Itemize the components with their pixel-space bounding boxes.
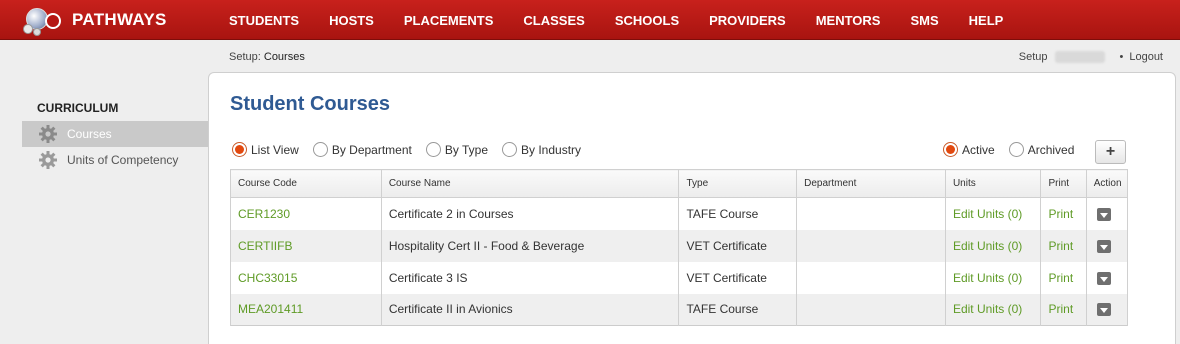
edit-units-link[interactable]: Edit Units (0) — [953, 271, 1022, 285]
radio-button[interactable] — [312, 142, 328, 157]
radio-archived[interactable]: Archived — [1008, 142, 1075, 157]
page-title: Student Courses — [230, 93, 391, 115]
nav-placements[interactable]: PLACEMENTS — [404, 13, 494, 28]
course-code-link[interactable]: CHC33015 — [238, 271, 297, 285]
sidebar-item-label: Courses — [67, 127, 112, 141]
table-row: CHC33015 Certificate 3 IS VET Certificat… — [230, 261, 1129, 294]
edit-units-link[interactable]: Edit Units (0) — [953, 239, 1022, 253]
breadcrumb-current: Courses — [263, 51, 305, 63]
breadcrumb: Setup: Courses — [229, 51, 305, 63]
header-units: Units — [944, 169, 1042, 198]
nav-hosts[interactable]: HOSTS — [329, 13, 374, 28]
table-row: CERTIIFB Hospitality Cert II - Food & Be… — [230, 229, 1129, 262]
header-course-code[interactable]: Course Code — [230, 169, 382, 198]
course-type: TAFE Course — [678, 197, 798, 230]
download-icon[interactable] — [1096, 303, 1111, 317]
app-logo[interactable]: PATHWAYS — [20, 4, 167, 36]
radio-by-type[interactable]: By Type — [425, 142, 488, 157]
sidebar-item-label: Units of Competency — [67, 153, 179, 167]
course-code-link[interactable]: CERTIIFB — [238, 239, 292, 253]
radio-button[interactable] — [425, 142, 441, 157]
download-icon[interactable] — [1096, 239, 1111, 253]
course-department — [796, 293, 946, 326]
header-type[interactable]: Type — [678, 169, 798, 198]
print-link[interactable]: Print — [1048, 302, 1073, 316]
separator-dot: • — [1119, 51, 1124, 63]
nav-students[interactable]: STUDENTS — [229, 13, 299, 28]
app-name: PATHWAYS — [72, 10, 167, 29]
radio-button[interactable] — [502, 142, 517, 157]
sidebar-item-courses[interactable]: Courses — [22, 121, 208, 147]
logo-icon — [20, 4, 70, 36]
gear-icon — [38, 124, 58, 144]
breadcrumb-prefix: Setup: — [229, 51, 261, 63]
radio-active[interactable]: Active — [943, 142, 995, 157]
download-icon[interactable] — [1096, 207, 1111, 221]
course-name: Certificate 2 in Courses — [380, 197, 680, 230]
courses-table: Course Code Course Name Type Department … — [230, 169, 1129, 326]
print-link[interactable]: Print — [1048, 239, 1073, 253]
logout-link[interactable]: Logout — [1129, 51, 1163, 63]
course-department — [796, 261, 946, 294]
view-filter-group: List View By Department By Type By Indus… — [232, 142, 595, 157]
nav-classes[interactable]: CLASSES — [523, 13, 584, 28]
radio-button[interactable] — [1008, 142, 1024, 157]
course-name: Hospitality Cert II - Food & Beverage — [380, 229, 680, 262]
add-course-button[interactable]: + — [1095, 140, 1126, 164]
course-type: VET Certificate — [678, 229, 798, 262]
course-department — [796, 229, 946, 262]
sidebar-item-units-of-competency[interactable]: Units of Competency — [22, 147, 208, 173]
nav-schools[interactable]: SCHOOLS — [615, 13, 679, 28]
course-type: TAFE Course — [678, 293, 798, 326]
table-header-row: Course Code Course Name Type Department … — [230, 169, 1129, 198]
nav-sms[interactable]: SMS — [910, 13, 938, 28]
radio-label: By Industry — [521, 142, 582, 157]
radio-label: Archived — [1027, 142, 1075, 157]
sidebar: CURRICULUM Courses Units of Competency — [22, 91, 208, 173]
course-code-link[interactable]: CER1230 — [238, 207, 290, 221]
nav-help[interactable]: HELP — [969, 13, 1004, 28]
header-print: Print — [1040, 169, 1087, 198]
radio-list-view[interactable]: List View — [232, 142, 299, 157]
main-nav: STUDENTS HOSTS PLACEMENTS CLASSES SCHOOL… — [229, 0, 1033, 40]
table-row: MEA201411 Certificate II in Avionics TAF… — [230, 293, 1129, 326]
download-icon[interactable] — [1096, 271, 1111, 285]
table-row: CER1230 Certificate 2 in Courses TAFE Co… — [230, 197, 1129, 230]
radio-label: By Department — [331, 142, 412, 157]
print-link[interactable]: Print — [1048, 207, 1073, 221]
radio-label: List View — [251, 142, 299, 157]
radio-by-department[interactable]: By Department — [312, 142, 412, 157]
print-link[interactable]: Print — [1048, 271, 1073, 285]
radio-by-industry[interactable]: By Industry — [502, 142, 581, 157]
radio-label: Active — [962, 142, 995, 157]
header-department[interactable]: Department — [796, 169, 946, 198]
setup-link[interactable]: Setup — [1019, 51, 1048, 63]
course-code-link[interactable]: MEA201411 — [238, 302, 303, 316]
edit-units-link[interactable]: Edit Units (0) — [953, 207, 1022, 221]
course-type: VET Certificate — [678, 261, 798, 294]
top-navigation-bar: PATHWAYS STUDENTS HOSTS PLACEMENTS CLASS… — [0, 0, 1180, 40]
radio-label: By Type — [444, 142, 488, 157]
status-filter-group: Active Archived — [943, 142, 1088, 157]
course-name: Certificate 3 IS — [380, 261, 680, 294]
radio-button[interactable] — [232, 142, 247, 157]
nav-mentors[interactable]: MENTORS — [816, 13, 881, 28]
edit-units-link[interactable]: Edit Units (0) — [953, 302, 1022, 316]
username-blurred[interactable] — [1055, 51, 1106, 63]
radio-button[interactable] — [943, 142, 958, 157]
sidebar-heading: CURRICULUM — [37, 101, 119, 115]
main-panel: Student Courses List View By Department … — [208, 72, 1176, 344]
gear-icon — [38, 150, 58, 170]
user-nav: Setup • Logout — [1019, 51, 1163, 63]
header-action: Action — [1085, 169, 1129, 198]
course-department — [796, 197, 946, 230]
course-name: Certificate II in Avionics — [380, 293, 680, 326]
nav-providers[interactable]: PROVIDERS — [709, 13, 786, 28]
header-course-name[interactable]: Course Name — [380, 169, 680, 198]
